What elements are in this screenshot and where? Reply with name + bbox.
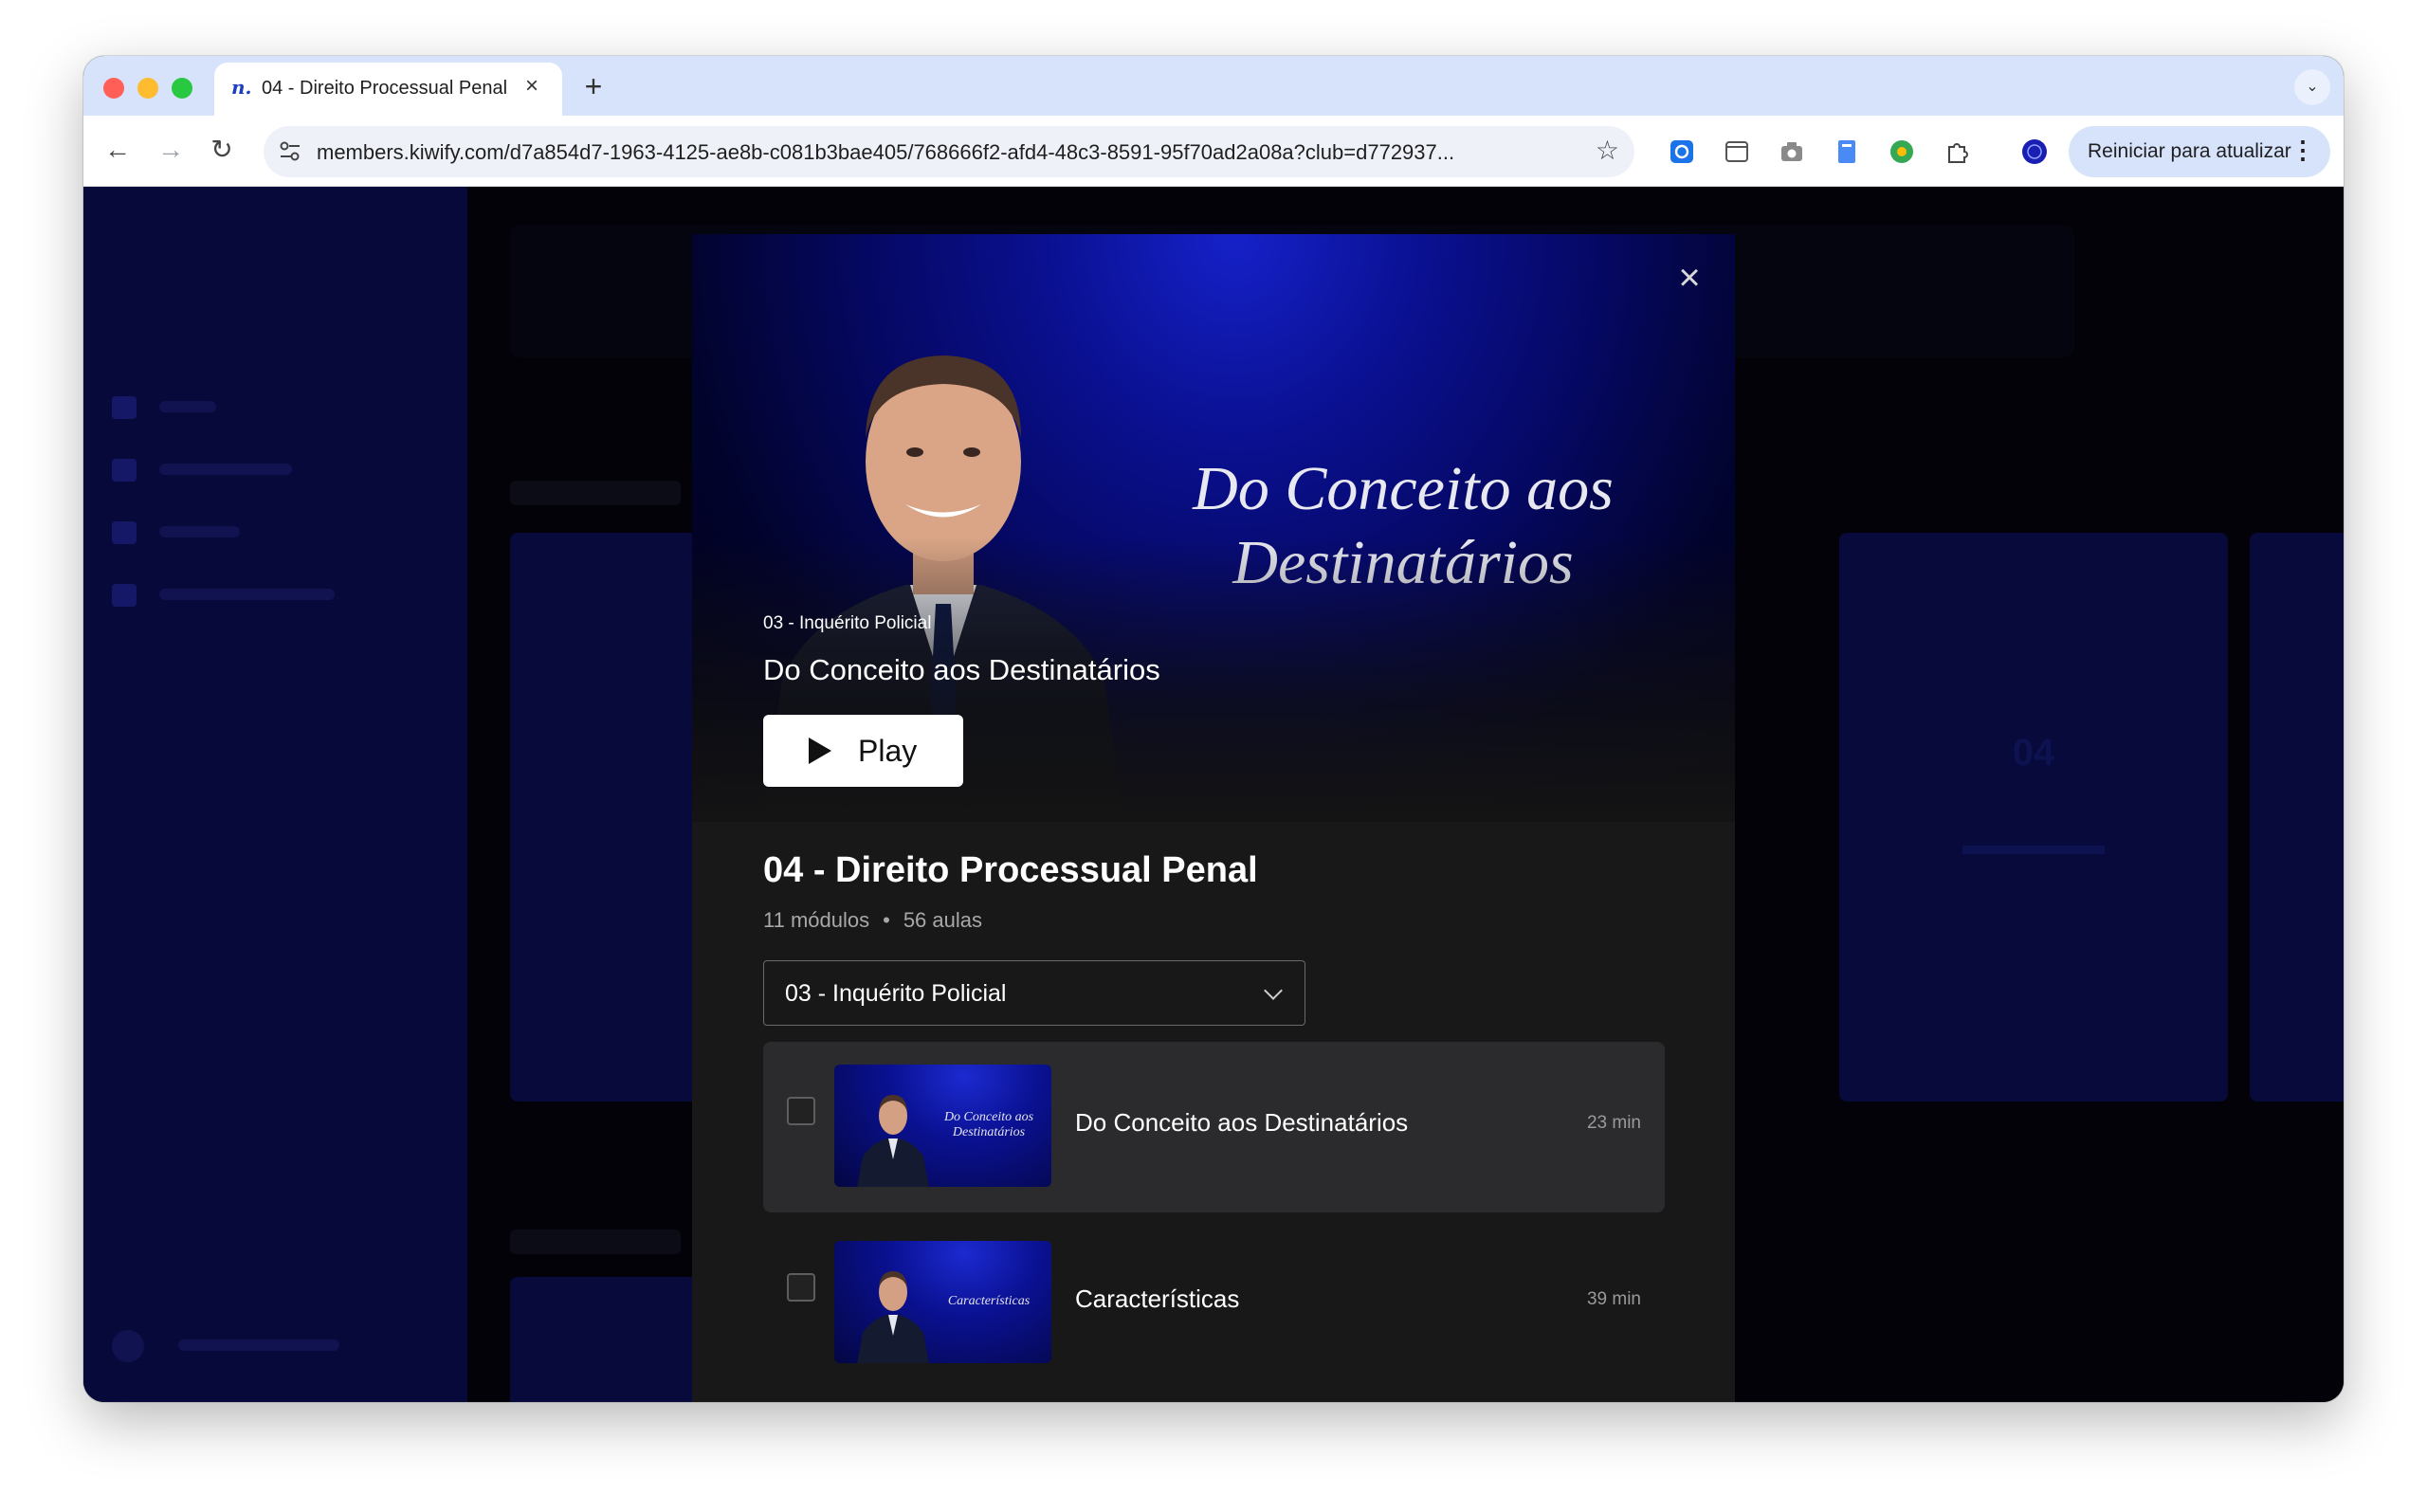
section-label-backdrop (510, 1230, 681, 1254)
hero-banner: Do Conceito aos Destinatários 03 - Inqué… (692, 234, 1735, 822)
lesson-row[interactable]: Do Conceito aos Destinatários Do Conceit… (763, 1042, 1665, 1212)
page-content: 04 ▬▬▬▬▬ Do Conceito aos 03 - Inquérito … (83, 187, 2344, 1402)
play-button[interactable]: Play (763, 715, 963, 787)
section-label-backdrop (510, 481, 681, 505)
settings-extension-icon[interactable] (1669, 138, 1695, 165)
arrow-right-icon[interactable]: → (154, 133, 188, 167)
lessons-count: 56 aulas (903, 908, 982, 932)
lesson-modal: Do Conceito aos Destinatários 03 - Inqué… (692, 234, 1735, 1402)
tab-bar: n. 04 - Direito Processual Penal × + ⌄ (83, 56, 2344, 116)
instructor-thumb-photo (857, 1095, 929, 1187)
chevron-down-icon (1264, 981, 1283, 1000)
hero-lesson-title: Do Conceito aos Destinatários (763, 653, 1160, 686)
puzzle-icon[interactable] (1943, 138, 1970, 165)
restart-update-button[interactable]: Reiniciar para atualizar ⋮ (2069, 126, 2330, 177)
module-select-value: 03 - Inquérito Policial (785, 980, 1007, 1007)
tab-title: 04 - Direito Processual Penal (262, 78, 506, 99)
close-icon[interactable]: × (1674, 259, 1705, 297)
kiwify-favicon-icon: n. (231, 76, 252, 99)
play-icon (809, 738, 831, 764)
window-extension-icon[interactable] (1724, 138, 1750, 165)
modules-count: 11 módulos (763, 908, 870, 932)
arrow-left-icon[interactable]: ← (100, 133, 135, 167)
window-maximize-button[interactable] (172, 78, 192, 99)
lesson-checkbox[interactable] (787, 1097, 815, 1125)
logo-backdrop (159, 267, 396, 305)
play-label: Play (858, 734, 918, 768)
restart-update-label: Reiniciar para atualizar (2088, 140, 2291, 162)
course-title: 04 - Direito Processual Penal (763, 850, 1258, 890)
lesson-row[interactable]: Características Características 39 min (763, 1218, 1665, 1389)
tune-icon[interactable] (277, 138, 303, 165)
address-bar[interactable]: members.kiwify.com/d7a854d7-1963-4125-ae… (264, 126, 1634, 177)
browser-tab[interactable]: n. 04 - Direito Processual Penal × (214, 63, 562, 116)
plus-icon[interactable]: + (576, 70, 611, 104)
document-extension-icon[interactable] (1834, 138, 1860, 165)
camera-icon[interactable] (1779, 138, 1805, 165)
lesson-duration: 39 min (1586, 1289, 1641, 1309)
instructor-thumb-photo (857, 1271, 929, 1363)
sidebar-item-backdrop (112, 393, 358, 422)
lesson-thumbnail[interactable]: Do Conceito aos Destinatários (834, 1065, 1051, 1187)
lesson-checkbox[interactable] (787, 1273, 815, 1302)
meta-separator: • (883, 908, 890, 932)
sidebar-backdrop (83, 187, 467, 1402)
url-text: members.kiwify.com/d7a854d7-1963-4125-ae… (317, 140, 1455, 164)
card-backdrop (2250, 533, 2344, 1102)
kebab-menu-icon[interactable]: ⋮ (2290, 136, 2315, 165)
window-close-button[interactable] (103, 78, 124, 99)
sidebar-item-backdrop (112, 581, 358, 610)
green-extension-icon[interactable] (1889, 138, 1915, 165)
chevron-down-icon[interactable]: ⌄ (2294, 69, 2330, 105)
lesson-duration: 23 min (1586, 1113, 1641, 1133)
sidebar-item-backdrop (112, 519, 358, 547)
sidebar-item-backdrop (112, 456, 358, 484)
course-meta: 11 módulos • 56 aulas (763, 908, 982, 933)
user-backdrop (112, 1317, 425, 1374)
thumb-title: Características (947, 1294, 1031, 1308)
lesson-title: Do Conceito aos Destinatários (1075, 1108, 1409, 1137)
browser-window: n. 04 - Direito Processual Penal × + ⌄ ←… (83, 56, 2344, 1402)
window-minimize-button[interactable] (137, 78, 158, 99)
lesson-title: Características (1075, 1284, 1240, 1313)
thumb-title: Do Conceito aos Destinatários (943, 1110, 1034, 1139)
browser-toolbar: ← → ↻ members.kiwify.com/d7a854d7-1963-4… (83, 116, 2344, 187)
lesson-thumbnail[interactable]: Características (834, 1241, 1051, 1363)
card-backdrop: 04 ▬▬▬▬▬ (1839, 533, 2228, 1102)
close-icon[interactable]: × (518, 72, 546, 100)
avatar[interactable] (2021, 138, 2048, 165)
hero-module-label: 03 - Inquérito Policial (763, 613, 932, 633)
module-select[interactable]: 03 - Inquérito Policial (763, 960, 1305, 1026)
star-icon[interactable]: ☆ (1596, 137, 1619, 165)
reload-icon[interactable]: ↻ (205, 133, 239, 167)
